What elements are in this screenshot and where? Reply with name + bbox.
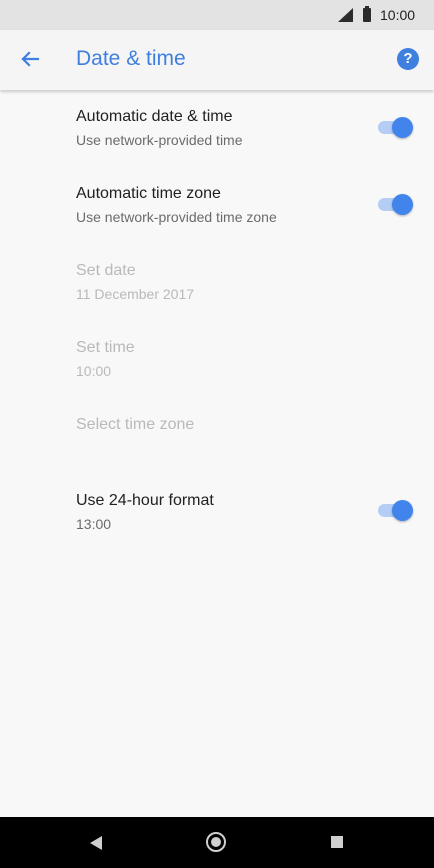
navigation-bar: [0, 817, 434, 868]
back-button[interactable]: [14, 45, 44, 75]
setting-summary: 10:00: [76, 363, 112, 379]
nav-recents-icon[interactable]: [331, 836, 343, 848]
setting-label: Automatic time zone: [76, 185, 221, 202]
setting-summary: 11 December 2017: [76, 286, 195, 302]
setting-label: Select time zone: [76, 416, 195, 433]
setting-label: Automatic date & time: [76, 108, 233, 125]
battery-icon: [363, 6, 371, 22]
setting-automatic-time-zone[interactable]: Automatic time zone Use network-provided…: [0, 181, 434, 243]
cell-signal-icon: [338, 8, 353, 22]
toggle-thumb: [392, 117, 413, 138]
toggle-thumb: [392, 194, 413, 215]
setting-select-time-zone[interactable]: Select time zone: [0, 412, 434, 456]
automatic-time-zone-toggle[interactable]: [378, 192, 414, 216]
setting-label: Set date: [76, 262, 136, 279]
setting-label: Use 24-hour format: [76, 492, 214, 509]
automatic-date-time-toggle[interactable]: [378, 115, 414, 139]
page-title: Date & time: [76, 47, 186, 70]
app-bar: Date & time ?: [0, 30, 434, 90]
help-circle-icon: ?: [403, 50, 413, 67]
setting-label: Set time: [76, 339, 135, 356]
setting-summary: 13:00: [76, 516, 112, 532]
nav-home-icon[interactable]: [206, 832, 226, 852]
setting-use-24-hour-format[interactable]: Use 24-hour format 13:00: [0, 488, 434, 550]
setting-summary: Use network-provided time zone: [76, 209, 277, 225]
setting-summary: Use network-provided time: [76, 132, 243, 148]
use-24-hour-toggle[interactable]: [378, 498, 414, 522]
toggle-thumb: [392, 500, 413, 521]
setting-automatic-date-time[interactable]: Automatic date & time Use network-provid…: [0, 104, 434, 166]
status-time: 10:00: [380, 7, 416, 23]
setting-set-time[interactable]: Set time 10:00: [0, 335, 434, 397]
setting-set-date[interactable]: Set date 11 December 2017: [0, 258, 434, 320]
help-button[interactable]: ?: [397, 48, 419, 70]
arrow-left-icon: [21, 51, 40, 67]
status-bar: 10:00: [0, 0, 434, 30]
nav-back-icon[interactable]: [90, 836, 102, 850]
